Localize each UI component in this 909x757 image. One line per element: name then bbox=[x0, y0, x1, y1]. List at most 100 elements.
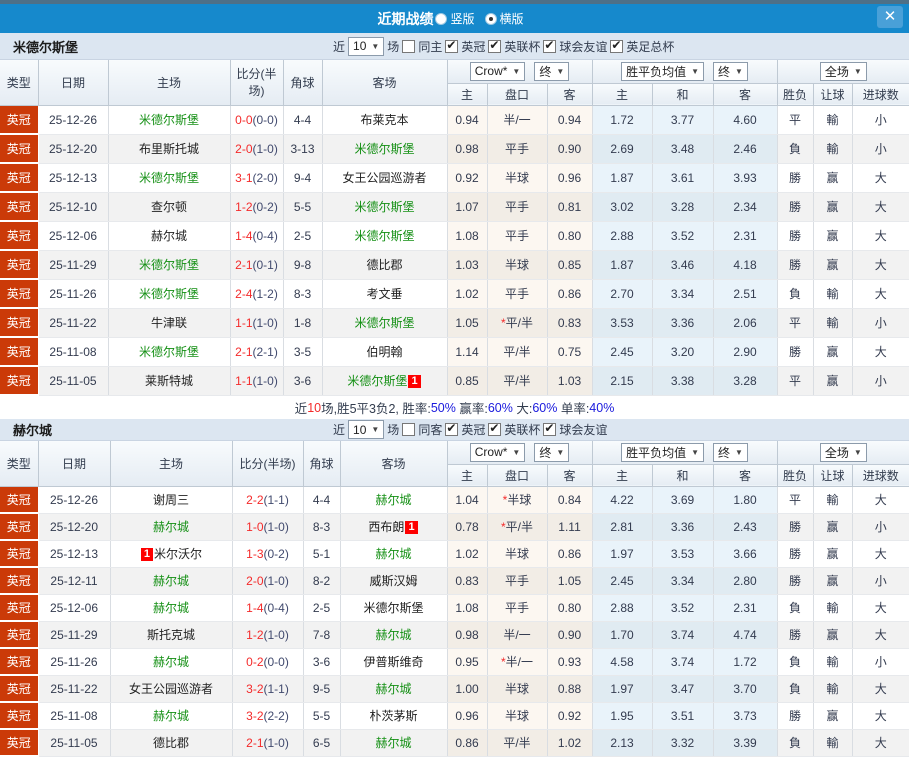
handicap-line: 平手 bbox=[487, 134, 548, 164]
match-row: 英冠 25-12-06 赫尔城 1-4(0-4) 2-5 米德尔斯堡 1.08 平手 0.80 2… bbox=[0, 594, 909, 622]
recent-count-select[interactable]: 10 bbox=[348, 420, 385, 439]
away-odds: 0.93 bbox=[547, 648, 593, 676]
match-row: 英冠 25-11-29 米德尔斯堡 2-1(0-1) 9-8 德比郡 1.03 半球 0.85 1… bbox=[0, 250, 909, 280]
away-team: 威斯汉姆 bbox=[340, 567, 448, 595]
col-score: 比分(半场) bbox=[230, 60, 284, 106]
summary-text-part: 60% bbox=[532, 400, 558, 415]
result-wdl: 勝 bbox=[777, 163, 814, 193]
score: 2-1(2-1) bbox=[230, 337, 284, 367]
league-label-friendly[interactable]: 球会友谊 bbox=[559, 38, 607, 55]
league-checkbox-championship[interactable] bbox=[445, 38, 459, 53]
handicap-line: 半/一 bbox=[487, 621, 548, 649]
handicap-text: 半/一 bbox=[503, 628, 531, 642]
mean-period-select[interactable]: 终 bbox=[713, 61, 748, 81]
corner-count: 3-6 bbox=[283, 366, 323, 396]
odds-period-select[interactable]: 终 bbox=[534, 442, 570, 462]
mean-source-select[interactable]: 胜平负均值 bbox=[621, 442, 705, 462]
fulltime-group-header: 全场 bbox=[777, 441, 909, 465]
league-checkbox-friendly[interactable] bbox=[543, 38, 557, 53]
mean-home-odds: 1.87 bbox=[592, 250, 653, 280]
same-venue-checkbox[interactable] bbox=[402, 39, 416, 53]
result-wdl: 負 bbox=[777, 134, 814, 164]
corner-count: 4-4 bbox=[283, 105, 323, 135]
fulltime-score: 1-4 bbox=[246, 600, 264, 615]
league-label-eflcup[interactable]: 英联杯 bbox=[504, 38, 540, 55]
team-name-text: 女王公园巡游者 bbox=[342, 171, 427, 185]
match-date: 25-12-10 bbox=[38, 192, 109, 222]
league-type-badge: 英冠 bbox=[0, 540, 39, 568]
mean-home-odds: 2.88 bbox=[592, 221, 653, 251]
league-label-eflcup[interactable]: 英联杯 bbox=[504, 421, 540, 438]
home-team: 谢周三 bbox=[110, 486, 233, 514]
home-odds: 0.92 bbox=[447, 163, 488, 193]
col-odds-home: 主 bbox=[447, 464, 488, 487]
halftime-score: (1-1) bbox=[263, 681, 289, 696]
result-wdl: 平 bbox=[777, 105, 814, 135]
league-label-championship[interactable]: 英冠 bbox=[461, 421, 485, 438]
handicap-line: 平手 bbox=[487, 221, 548, 251]
result-handicap: 赢 bbox=[813, 513, 853, 541]
league-checkbox-friendly[interactable] bbox=[543, 421, 557, 436]
same-venue-checkbox[interactable] bbox=[402, 423, 416, 436]
home-team: 米德尔斯堡 bbox=[108, 105, 231, 135]
result-goals: 大 bbox=[852, 337, 909, 367]
league-checkbox-facup[interactable] bbox=[610, 38, 624, 53]
result-wdl: 勝 bbox=[777, 250, 814, 280]
mean-source-select[interactable]: 胜平负均值 bbox=[621, 61, 705, 81]
team-name-text: 威斯汉姆 bbox=[369, 574, 418, 588]
halftime-score: (1-0) bbox=[252, 373, 278, 388]
corner-count: 3-6 bbox=[303, 648, 341, 676]
league-label-friendly[interactable]: 球会友谊 bbox=[559, 421, 607, 438]
away-team: 赫尔城 bbox=[340, 621, 448, 649]
team-name-text: 赫尔城 bbox=[152, 574, 189, 588]
col-odds-away: 客 bbox=[547, 464, 593, 487]
near-label: 近 bbox=[333, 39, 346, 54]
match-date: 25-12-26 bbox=[38, 105, 109, 135]
layout-vertical-label[interactable]: 竖版 bbox=[450, 10, 474, 27]
result-goals: 大 bbox=[852, 540, 909, 568]
league-checkbox-championship[interactable] bbox=[445, 421, 459, 436]
league-type-badge: 英冠 bbox=[0, 486, 39, 514]
layout-horizontal-label[interactable]: 横版 bbox=[500, 10, 524, 27]
fulltime-select[interactable]: 全场 bbox=[819, 61, 867, 81]
match-date: 25-12-20 bbox=[38, 513, 111, 541]
odds-source-select[interactable]: Crow* bbox=[469, 442, 526, 462]
popup-title: 近期战绩 bbox=[377, 10, 434, 27]
match-row: 英冠 25-12-13 米德尔斯堡 3-1(2-0) 9-4 女王公园巡游者 0.92 半球 0… bbox=[0, 163, 909, 193]
same-venue-label[interactable]: 同客 bbox=[418, 421, 442, 438]
result-wdl: 勝 bbox=[777, 192, 814, 222]
home-team: 女王公园巡游者 bbox=[110, 675, 233, 703]
layout-vertical-radio[interactable] bbox=[435, 12, 448, 25]
league-type-badge: 英冠 bbox=[0, 337, 39, 367]
league-checkbox-eflcup[interactable] bbox=[488, 38, 502, 53]
handicap-text: 平/半 bbox=[505, 316, 533, 330]
layout-horizontal-radio[interactable] bbox=[484, 12, 497, 25]
recent-count-select[interactable]: 10 bbox=[348, 36, 385, 56]
league-checkbox-eflcup[interactable] bbox=[488, 421, 502, 436]
fulltime-select[interactable]: 全场 bbox=[819, 442, 867, 462]
mean-group-header: 胜平负均值 终 bbox=[592, 441, 778, 465]
mean-draw-odds: 3.77 bbox=[652, 105, 714, 135]
result-handicap: 輸 bbox=[813, 594, 853, 622]
team-name-text: 查尔顿 bbox=[150, 200, 187, 214]
result-handicap: 赢 bbox=[813, 337, 853, 367]
away-team: 女王公园巡游者 bbox=[322, 163, 448, 193]
away-team: 米德尔斯堡 bbox=[322, 134, 448, 164]
mean-period-select[interactable]: 终 bbox=[713, 442, 748, 462]
away-team: 德比郡 bbox=[322, 250, 448, 280]
odds-period-select[interactable]: 终 bbox=[534, 61, 570, 81]
league-label-championship[interactable]: 英冠 bbox=[461, 38, 485, 55]
halftime-score: (0-1) bbox=[252, 257, 278, 272]
match-date: 25-11-26 bbox=[38, 648, 111, 676]
odds-source-select[interactable]: Crow* bbox=[469, 61, 526, 81]
mean-draw-odds: 3.34 bbox=[652, 567, 714, 595]
home-odds: 0.86 bbox=[447, 729, 488, 757]
league-label-facup[interactable]: 英足总杯 bbox=[626, 38, 674, 55]
score: 2-1(0-1) bbox=[230, 250, 284, 280]
halftime-score: (1-0) bbox=[252, 315, 278, 330]
same-venue-label[interactable]: 同主 bbox=[418, 38, 442, 55]
result-handicap: 赢 bbox=[813, 192, 853, 222]
home-odds: 1.03 bbox=[447, 250, 488, 280]
away-odds: 0.92 bbox=[547, 702, 593, 730]
close-button[interactable]: ✕ bbox=[877, 6, 903, 28]
